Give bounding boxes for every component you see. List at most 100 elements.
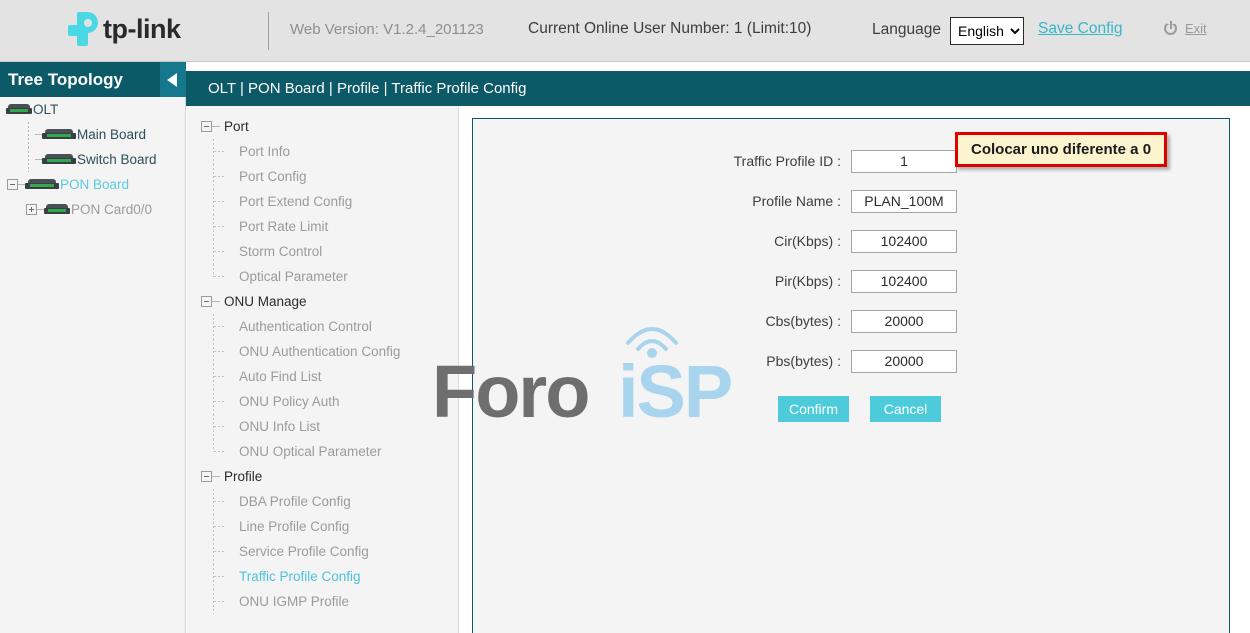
- tree-item-switch-board[interactable]: Switch Board: [0, 147, 186, 172]
- tree-item-olt[interactable]: OLT: [0, 97, 186, 122]
- save-config-link[interactable]: Save Config: [1038, 20, 1122, 38]
- tree-connector: [213, 189, 239, 214]
- nav-item-optical-parameter[interactable]: Optical Parameter: [187, 264, 458, 289]
- tree-item-label: Main Board: [77, 127, 146, 142]
- nav-group-label: Profile: [224, 469, 262, 484]
- nav-item-label: ONU Optical Parameter: [239, 444, 382, 459]
- tree-connector: [213, 339, 239, 364]
- nav-item-label: Storm Control: [239, 244, 322, 259]
- profile-name-label: Profile Name :: [473, 193, 851, 209]
- nav-item-authentication-control[interactable]: Authentication Control: [187, 314, 458, 339]
- nav-group-label: ONU Manage: [224, 294, 307, 309]
- power-icon: [1164, 21, 1179, 36]
- tp-link-mark-icon: [68, 12, 98, 46]
- form-row-cbs: Cbs(bytes) :: [473, 301, 1231, 341]
- language-label: Language: [872, 21, 941, 39]
- cancel-button[interactable]: Cancel: [870, 396, 941, 422]
- device-icon: [44, 204, 70, 216]
- tree-connector: [213, 439, 239, 464]
- sidebar-collapse-button[interactable]: [160, 62, 186, 97]
- nav-item-label: Service Profile Config: [239, 544, 369, 559]
- tree-item-pon-board[interactable]: PON Board: [0, 172, 186, 197]
- annotation-callout: Colocar uno diferente a 0: [955, 132, 1167, 167]
- device-icon: [42, 154, 76, 166]
- nav-item-port-info[interactable]: Port Info: [187, 139, 458, 164]
- nav-item-label: Port Info: [239, 144, 290, 159]
- nav-item-onu-info-list[interactable]: ONU Info List: [187, 414, 458, 439]
- tree-connector: [213, 314, 239, 339]
- topology-tree: OLT Main Board Switch Board: [0, 97, 186, 222]
- chevron-left-icon: [167, 73, 177, 87]
- tree-connector: [213, 389, 239, 414]
- tree-connector: [213, 264, 239, 289]
- form-row-pbs: Pbs(bytes) :: [473, 341, 1231, 381]
- nav-item-label: Optical Parameter: [239, 269, 348, 284]
- traffic-profile-id-input[interactable]: [851, 150, 957, 173]
- tree-connector: [213, 539, 239, 564]
- nav-item-label: Traffic Profile Config: [239, 569, 361, 584]
- tree-connector: [213, 364, 239, 389]
- form-row-pir: Pir(Kbps) :: [473, 261, 1231, 301]
- pir-label: Pir(Kbps) :: [473, 273, 851, 289]
- sidebar-header: Tree Topology: [0, 62, 186, 97]
- collapse-expander-icon[interactable]: [201, 471, 212, 482]
- nav-item-port-config[interactable]: Port Config: [187, 164, 458, 189]
- exit-button[interactable]: Exit: [1164, 21, 1207, 36]
- tree-item-label: PON Card0/0: [71, 202, 152, 217]
- language-select[interactable]: English: [950, 17, 1024, 45]
- nav-group-port[interactable]: Port: [187, 114, 458, 139]
- expand-expander-icon[interactable]: [26, 204, 37, 215]
- traffic-profile-id-label: Traffic Profile ID :: [473, 153, 851, 169]
- tree-connector: [213, 414, 239, 439]
- tree-item-main-board[interactable]: Main Board: [0, 122, 186, 147]
- nav-group-onu-manage-items: Authentication Control ONU Authenticatio…: [187, 314, 458, 464]
- profile-name-input[interactable]: [851, 190, 957, 213]
- nav-item-line-profile-config[interactable]: Line Profile Config: [187, 514, 458, 539]
- nav-item-port-extend-config[interactable]: Port Extend Config: [187, 189, 458, 214]
- nav-group-profile[interactable]: Profile: [187, 464, 458, 489]
- nav-item-storm-control[interactable]: Storm Control: [187, 239, 458, 264]
- nav-item-label: Authentication Control: [239, 319, 372, 334]
- nav-item-service-profile-config[interactable]: Service Profile Config: [187, 539, 458, 564]
- pbs-input[interactable]: [851, 350, 957, 373]
- nav-group-onu-manage[interactable]: ONU Manage: [187, 289, 458, 314]
- cir-input[interactable]: [851, 230, 957, 253]
- nav-item-auto-find-list[interactable]: Auto Find List: [187, 364, 458, 389]
- confirm-button[interactable]: Confirm: [778, 396, 849, 422]
- online-user-count-text: Current Online User Number: 1 (Limit:10): [528, 20, 811, 38]
- nav-item-onu-optical-parameter[interactable]: ONU Optical Parameter: [187, 439, 458, 464]
- sidebar-title: Tree Topology: [8, 70, 123, 90]
- nav-group-profile-items: DBA Profile Config Line Profile Config S…: [187, 489, 458, 614]
- nav-item-port-rate-limit[interactable]: Port Rate Limit: [187, 214, 458, 239]
- tree-connector: [213, 164, 239, 189]
- tree-connector: [213, 139, 239, 164]
- nav-item-dba-profile-config[interactable]: DBA Profile Config: [187, 489, 458, 514]
- form-row-profile-name: Profile Name :: [473, 181, 1231, 221]
- nav-item-label: ONU IGMP Profile: [239, 594, 349, 609]
- form-row-cir: Cir(Kbps) :: [473, 221, 1231, 261]
- collapse-expander-icon[interactable]: [7, 179, 18, 190]
- nav-item-label: DBA Profile Config: [239, 494, 351, 509]
- cir-label: Cir(Kbps) :: [473, 233, 851, 249]
- nav-item-label: Port Config: [239, 169, 307, 184]
- brand-text: tp-link: [103, 14, 181, 45]
- nav-item-label: ONU Authentication Config: [239, 344, 400, 359]
- nav-item-label: Auto Find List: [239, 369, 322, 384]
- nav-item-onu-authentication-config[interactable]: ONU Authentication Config: [187, 339, 458, 364]
- nav-item-onu-policy-auth[interactable]: ONU Policy Auth: [187, 389, 458, 414]
- nav-item-onu-igmp-profile[interactable]: ONU IGMP Profile: [187, 589, 458, 614]
- tree-item-pon-card[interactable]: PON Card0/0: [0, 197, 186, 222]
- pir-input[interactable]: [851, 270, 957, 293]
- exit-label: Exit: [1185, 21, 1207, 36]
- cbs-input[interactable]: [851, 310, 957, 333]
- tree-connector: [213, 239, 239, 264]
- tree-topology-sidebar: Tree Topology OLT Main Board: [0, 62, 186, 633]
- tree-connector: [213, 514, 239, 539]
- nav-item-traffic-profile-config[interactable]: Traffic Profile Config: [187, 564, 458, 589]
- nav-group-label: Port: [224, 119, 249, 134]
- nav-group-port-items: Port Info Port Config Port Extend Config…: [187, 139, 458, 289]
- collapse-expander-icon[interactable]: [201, 296, 212, 307]
- tree-item-label: Switch Board: [77, 152, 157, 167]
- form-button-row: Confirm Cancel: [473, 396, 941, 422]
- collapse-expander-icon[interactable]: [201, 121, 212, 132]
